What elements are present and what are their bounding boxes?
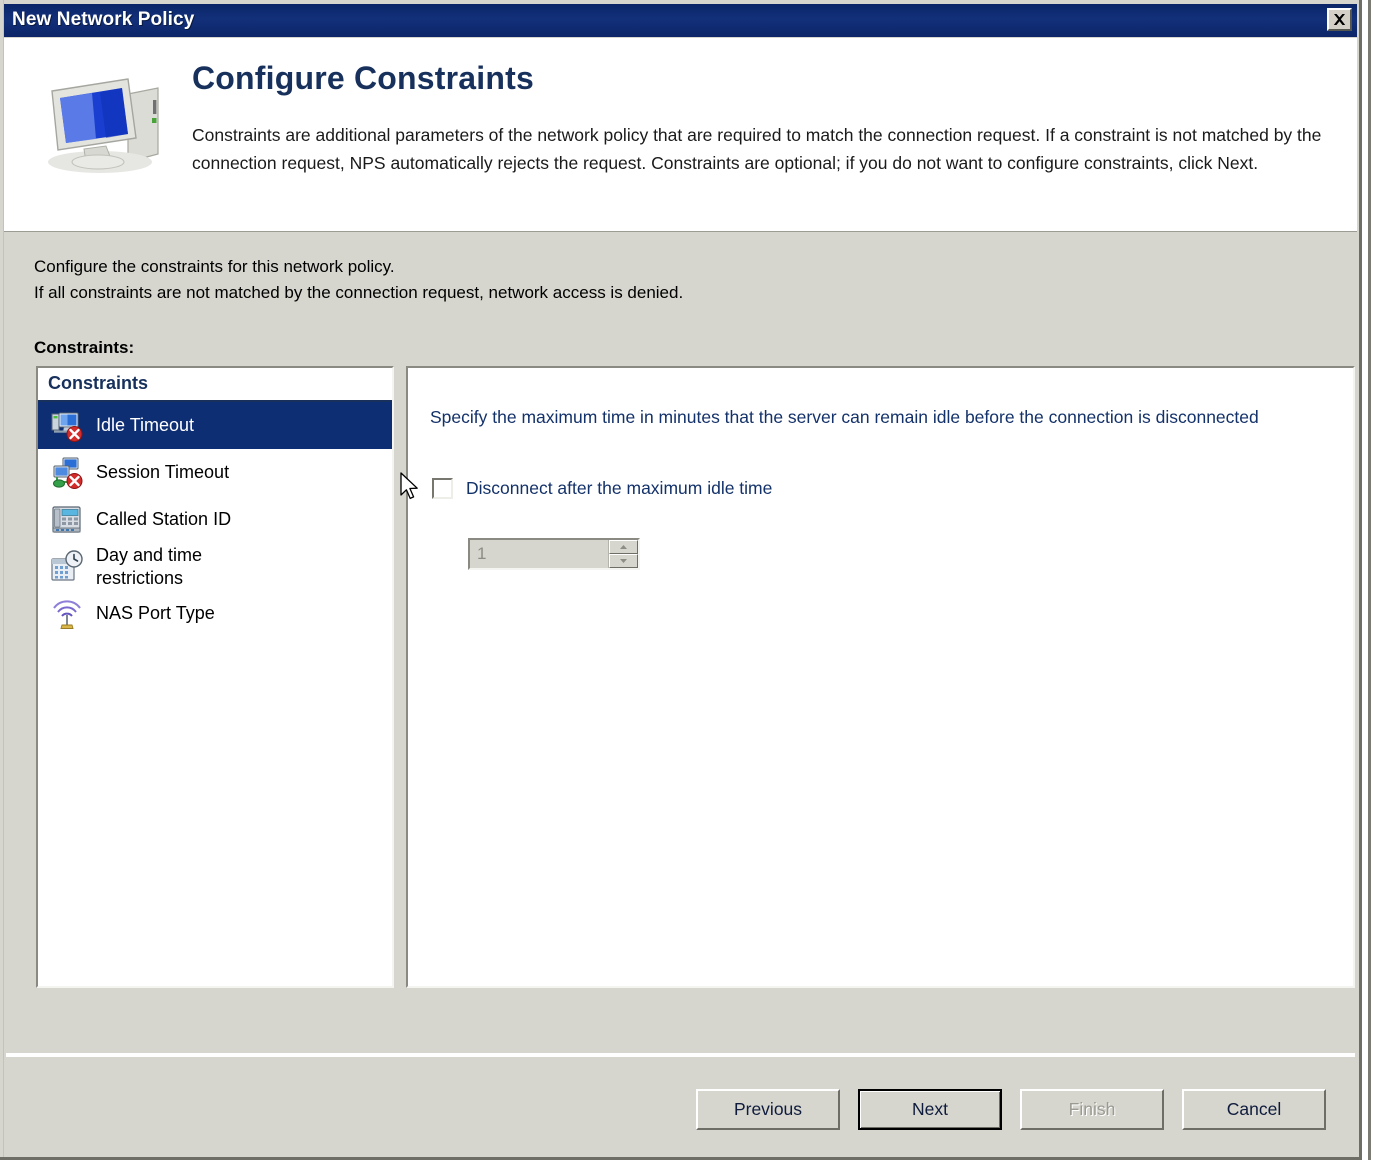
close-icon: [1333, 14, 1346, 25]
intro-text-line-2: If all constraints are not matched by th…: [34, 283, 684, 302]
chevron-down-icon: [620, 559, 627, 563]
list-item-label: NAS Port Type: [96, 603, 215, 623]
title-bar[interactable]: New Network Policy: [4, 4, 1357, 37]
next-button[interactable]: Next: [858, 1089, 1002, 1130]
dialog-footer: Previous Next Finish Cancel: [4, 1057, 1357, 1156]
screenshot-root: New Network Policy Configure Constraints…: [0, 0, 1374, 1168]
spinner-buttons[interactable]: [609, 540, 638, 568]
list-item-label: Session Timeout: [96, 462, 230, 482]
dialog-body: Configure the constraints for this netwo…: [4, 233, 1357, 1053]
window-title: New Network Policy: [12, 9, 195, 30]
list-item-label: Idle Timeout: [96, 415, 195, 435]
cancel-button[interactable]: Cancel: [1182, 1089, 1326, 1130]
list-item-idle-timeout[interactable]: Idle Timeout: [38, 402, 392, 449]
calendar-clock-icon: [50, 549, 84, 584]
window-right-border: [1368, 0, 1371, 1160]
constraint-detail-panel: Specify the maximum time in minutes that…: [406, 366, 1355, 988]
list-item-session-timeout[interactable]: Session Timeout: [38, 449, 392, 496]
previous-button[interactable]: Previous: [696, 1089, 840, 1130]
network-timeout-icon: [50, 456, 84, 490]
disconnect-checkbox-label: Disconnect after the maximum idle time: [466, 478, 773, 498]
list-item-nas-port-type[interactable]: NAS Port Type: [38, 590, 392, 637]
constraints-list-header: Constraints: [38, 368, 392, 402]
intro-text-line-1: Configure the constraints for this netwo…: [34, 257, 395, 276]
idle-timeout-input[interactable]: 1: [470, 540, 609, 568]
list-item-label: Called Station ID: [96, 509, 232, 529]
list-item-day-and-time-restrictions[interactable]: Day and time restrictions: [38, 543, 392, 590]
spinner-up-button[interactable]: [609, 540, 638, 554]
computer-timeout-icon: [50, 409, 84, 443]
constraints-list[interactable]: Constraints Idle Timeout Session Timeout…: [36, 366, 394, 988]
finish-button: Finish: [1020, 1089, 1164, 1130]
detail-description: Specify the maximum time in minutes that…: [430, 407, 1259, 427]
constraints-label: Constraints:: [34, 338, 135, 357]
telephone-icon: [50, 503, 84, 537]
chevron-up-icon: [620, 545, 627, 549]
disconnect-checkbox[interactable]: [432, 478, 453, 499]
header-banner: Configure Constraints Constraints are ad…: [4, 38, 1357, 232]
computer-monitor-icon: [32, 58, 172, 178]
list-item-called-station-id[interactable]: Called Station ID: [38, 496, 392, 543]
header-description: Constraints are additional parameters of…: [192, 125, 1322, 173]
wireless-antenna-icon: [50, 597, 84, 631]
idle-timeout-spinner[interactable]: 1: [468, 538, 640, 570]
close-button[interactable]: [1327, 8, 1352, 31]
page-title: Configure Constraints: [192, 60, 534, 96]
dialog-window: New Network Policy Configure Constraints…: [0, 0, 1362, 1160]
disconnect-checkbox-row[interactable]: Disconnect after the maximum idle time: [432, 478, 772, 499]
spinner-down-button[interactable]: [609, 554, 638, 568]
list-item-label: Day and time restrictions: [96, 544, 203, 588]
